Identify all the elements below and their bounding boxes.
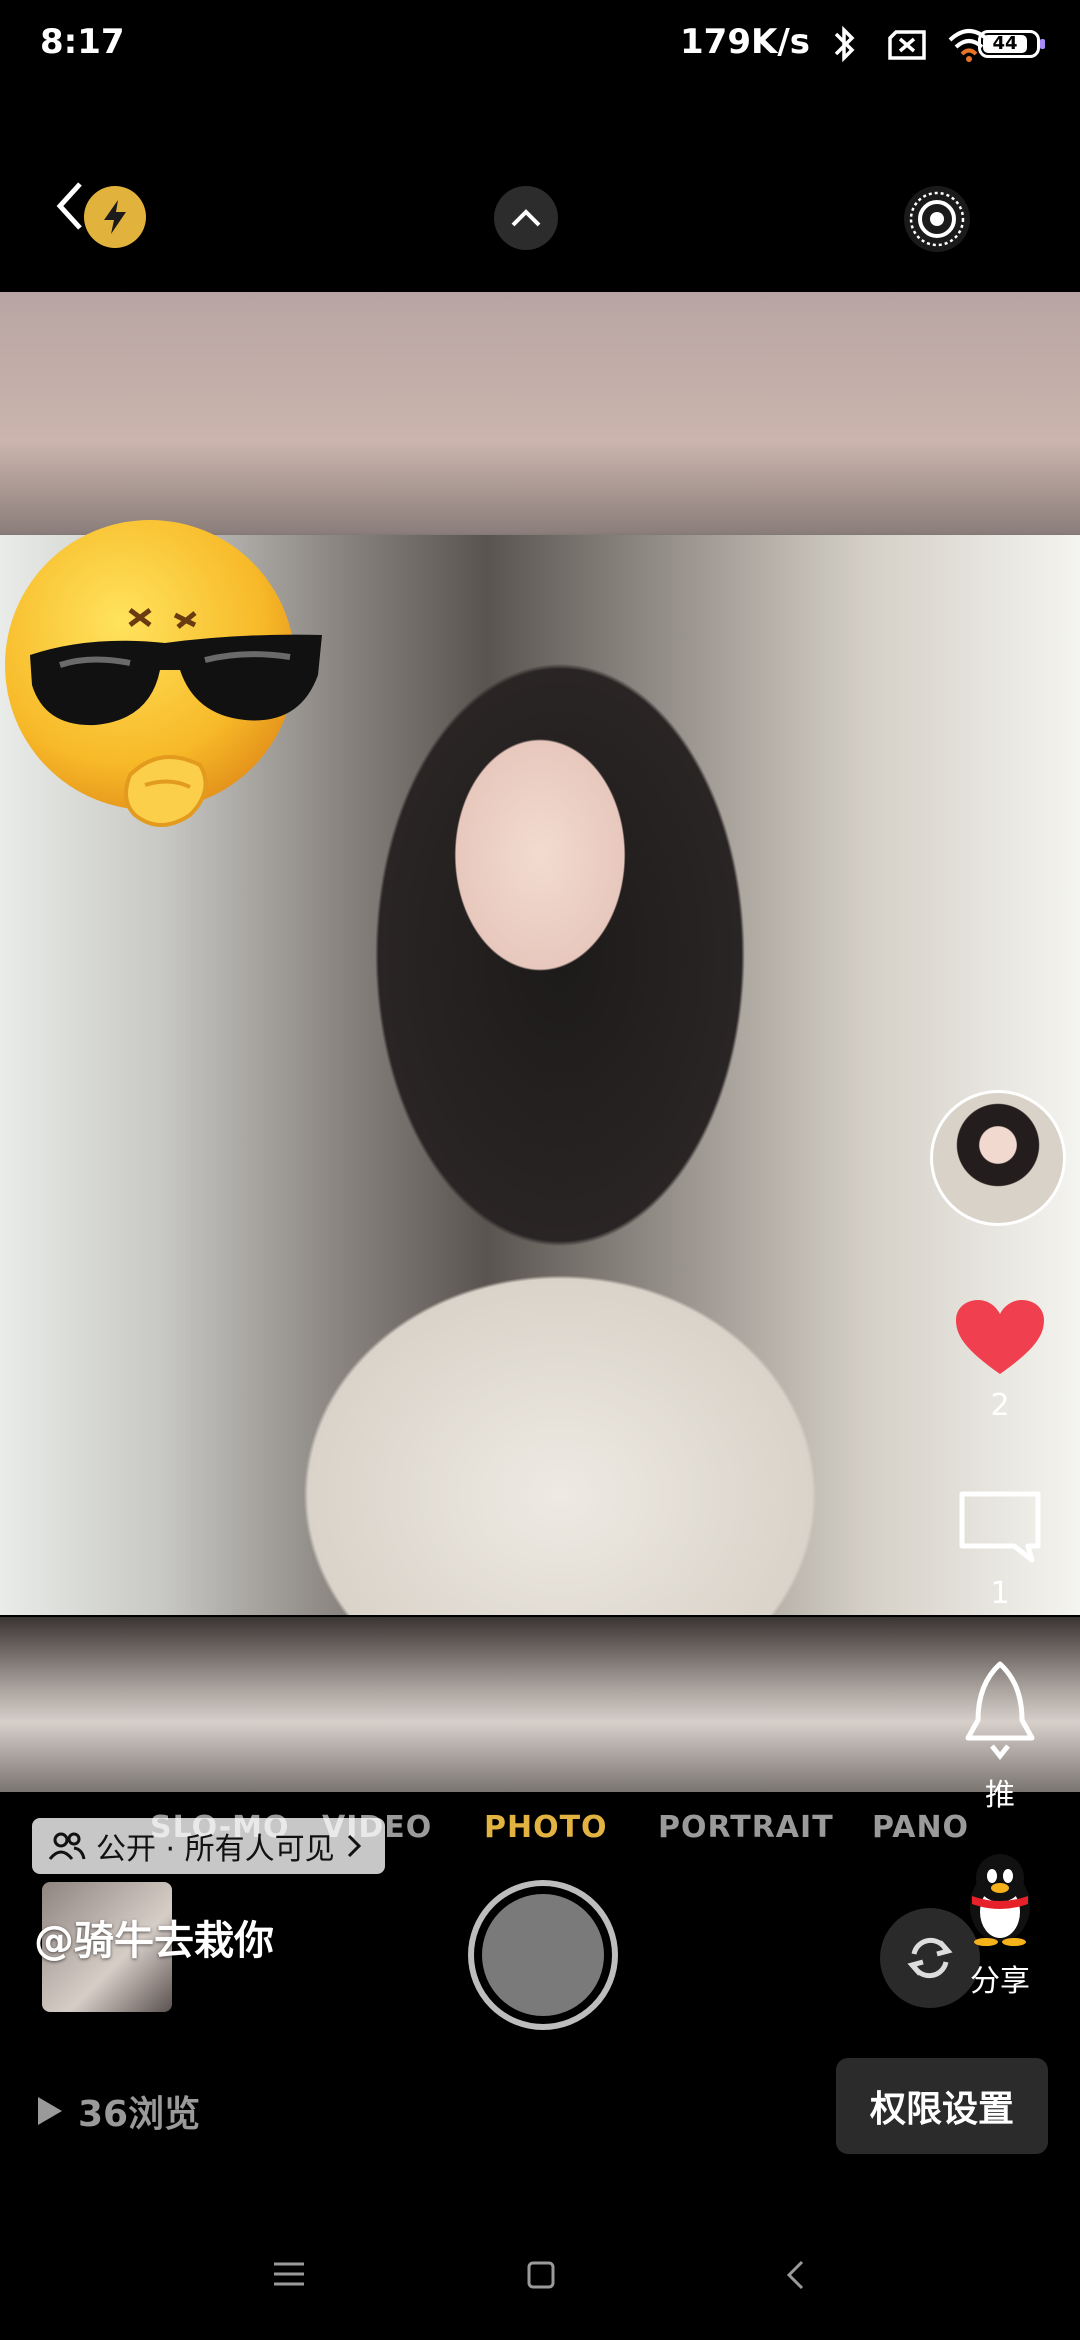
- shutter-button[interactable]: [468, 1880, 618, 2030]
- chevron-up-icon: [511, 209, 541, 227]
- comment-icon: [959, 1491, 1041, 1563]
- sim-off-icon: [888, 30, 926, 60]
- status-time: 8:17: [40, 22, 125, 62]
- expand-settings-button[interactable]: [494, 186, 558, 250]
- back-icon[interactable]: [52, 178, 88, 234]
- privacy-label: 公开 · 所有人可见: [96, 1832, 335, 1867]
- permission-settings-button[interactable]: 权限设置: [836, 2058, 1048, 2154]
- menu-icon[interactable]: [272, 2260, 306, 2288]
- chevron-right-icon: [347, 1834, 361, 1858]
- bluetooth-icon: [834, 25, 855, 63]
- home-icon[interactable]: [526, 2260, 556, 2290]
- qq-penguin-icon: [970, 1854, 1030, 1946]
- flash-button[interactable]: [84, 186, 146, 248]
- rocket-icon: [965, 1661, 1035, 1761]
- view-count: 36浏览: [34, 2085, 200, 2137]
- heart-icon: [956, 1300, 1044, 1374]
- author-avatar[interactable]: [930, 1090, 1066, 1226]
- battery-level: 44: [983, 35, 1027, 53]
- system-nav-bar: [0, 2230, 1080, 2340]
- live-photo-button[interactable]: [904, 186, 970, 252]
- like-count: 2: [990, 1388, 1010, 1423]
- flash-icon: [104, 200, 126, 234]
- push-label: 推: [985, 1778, 1015, 1813]
- push-button[interactable]: 推: [940, 1660, 1060, 1814]
- like-button[interactable]: 2: [940, 1298, 1060, 1423]
- view-count-label: 36浏览: [78, 2094, 201, 2135]
- battery-icon: 44: [978, 30, 1045, 58]
- live-photo-icon: [909, 191, 965, 247]
- share-button[interactable]: 分享: [940, 1850, 1060, 2000]
- camera-top-bar: [0, 160, 1080, 270]
- play-icon: [38, 2097, 62, 2125]
- mode-portrait[interactable]: PORTRAIT: [658, 1810, 834, 1845]
- share-label: 分享: [970, 1964, 1030, 1999]
- nav-back-icon[interactable]: [784, 2258, 806, 2292]
- users-icon: [48, 1832, 86, 1860]
- comment-button[interactable]: 1: [940, 1490, 1060, 1611]
- comment-count: 1: [990, 1576, 1010, 1611]
- status-bar: 8:17 179K/s 44: [0, 0, 1080, 90]
- mode-pano[interactable]: PANO: [872, 1810, 969, 1845]
- cool-emoji-sticker: [5, 520, 322, 827]
- network-speed: 179K/s: [680, 22, 810, 62]
- privacy-badge[interactable]: 公开 · 所有人可见: [32, 1818, 385, 1874]
- mode-photo[interactable]: PHOTO: [484, 1810, 608, 1845]
- author-username[interactable]: @骑牛去栽你: [34, 1908, 274, 1966]
- viewfinder-blur-band: [0, 1617, 1080, 1792]
